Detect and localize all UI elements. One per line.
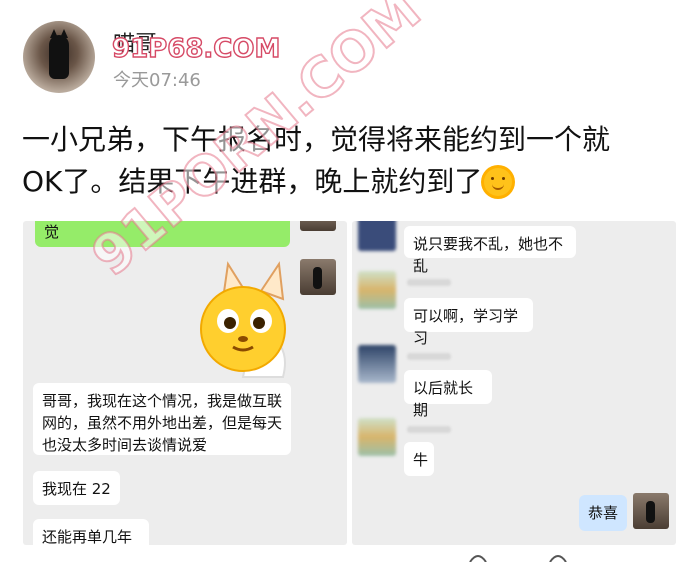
cat-photo <box>49 29 69 79</box>
blurred-avatar <box>358 418 396 456</box>
message-bubble: 可以啊，学习学习 <box>404 298 533 347</box>
post-text-line-1: 一小兄弟，下午报名时，觉得将来能约到一个就 <box>22 123 611 156</box>
message-text: 以后就长期 <box>413 379 474 419</box>
message-bubble: 说只要我不乱，她也不乱 <box>404 226 576 275</box>
doge-sticker-icon <box>200 261 286 378</box>
partial-action-icons <box>469 555 567 562</box>
blurred-avatar <box>358 271 396 309</box>
message-text: 恭喜 <box>588 504 619 522</box>
message-bubble: 还能再单几年 <box>33 519 149 545</box>
message-text: 可以啊，学习学习 <box>413 307 519 347</box>
message-partial-green: 觉 <box>35 221 290 247</box>
message-text: 牛 <box>413 451 429 469</box>
post-text-line-2-text: OK了。结果下午进群，晚上就约到了 <box>22 165 483 198</box>
message-bubble: 以后就长期 <box>404 370 492 419</box>
message-text: 还能再单几年 <box>42 528 133 545</box>
post-text-line-2: OK了。结果下午进群，晚上就约到了 <box>22 161 682 203</box>
message-bubble: 牛 <box>404 442 434 476</box>
blurred-name <box>407 426 451 433</box>
chat-screenshot-right[interactable]: 说只要我不乱，她也不乱 可以啊，学习学习 以后就长期 牛 恭喜 <box>352 221 676 545</box>
blurred-avatar <box>358 345 396 383</box>
blurred-avatar <box>358 221 396 251</box>
message-bubble-self: 恭喜 <box>579 495 627 531</box>
avatar-self <box>300 221 336 231</box>
sun-smile-icon <box>484 168 513 196</box>
blurred-name <box>407 353 451 360</box>
avatar-self <box>633 493 669 529</box>
timestamp: 今天07:46 <box>113 70 201 91</box>
message-text: 说只要我不乱，她也不乱 <box>413 235 564 275</box>
blurred-name <box>407 279 451 286</box>
user-avatar[interactable] <box>23 21 95 93</box>
post-text: 一小兄弟，下午报名时，觉得将来能约到一个就 OK了。结果下午进群，晚上就约到了 <box>22 119 682 203</box>
message-partial-text: 觉 <box>44 223 60 241</box>
message-bubble: 哥哥，我现在这个情况，我是做互联网的，虽然不用外地出差，但是每天也没太多时间去谈… <box>33 383 291 455</box>
chat-screenshot-left[interactable]: 觉 哥哥，我现在这个情况，我是做互联网的，虽然不用外地出差，但是每天也没太多时间… <box>23 221 347 545</box>
watermark-top: 91P68.COM <box>111 33 281 64</box>
message-text: 我现在 22 <box>42 480 111 498</box>
message-text: 哥哥，我现在这个情况，我是做互联网的，虽然不用外地出差，但是每天也没太多时间去谈… <box>42 392 283 454</box>
message-bubble: 我现在 22 <box>33 471 120 505</box>
